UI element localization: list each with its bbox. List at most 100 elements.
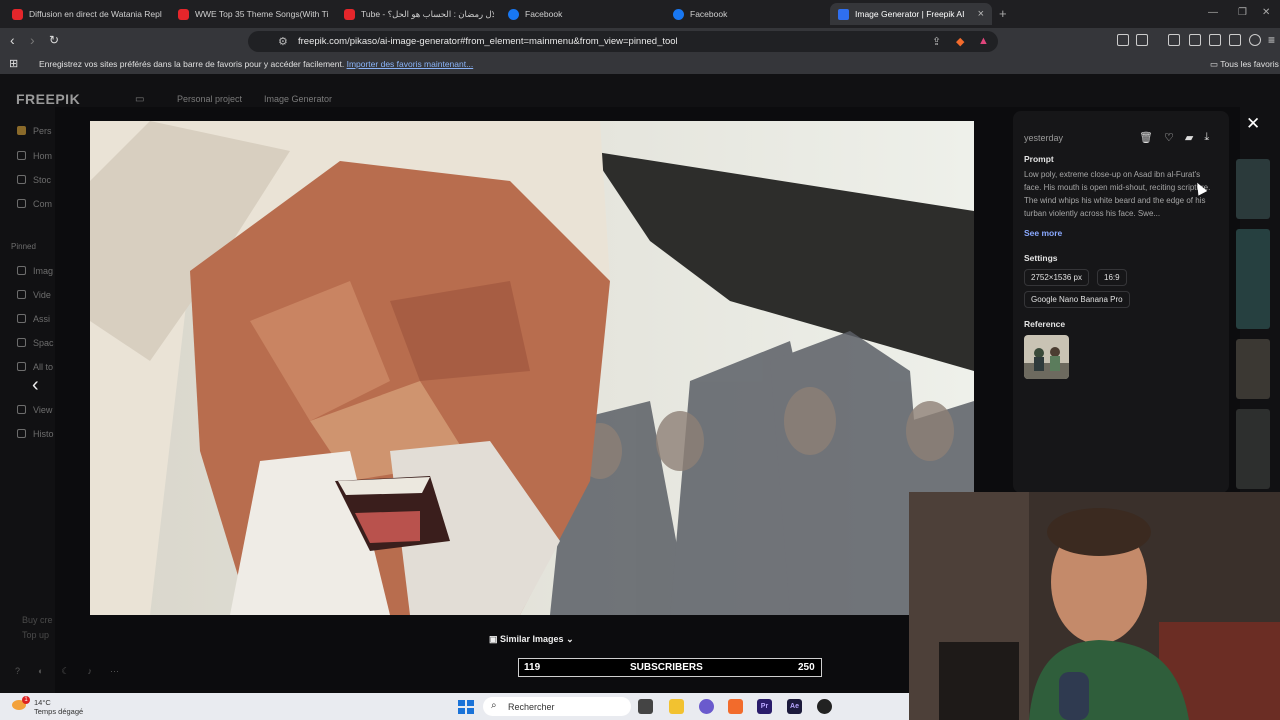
search-label: Rechercher [508,702,555,712]
weather-condition: Temps dégagé [34,707,84,716]
thumbnail[interactable] [1236,339,1270,399]
home-icon [17,151,26,160]
see-more-link[interactable]: See more [1024,228,1062,238]
aspect-ratio-chip: 16:9 [1097,269,1127,286]
sidebar-item-home[interactable]: Hom [17,151,52,161]
creation-date: yesterday [1024,133,1064,143]
taskbar-search[interactable]: ⌕ Rechercher [483,697,631,716]
forward-icon[interactable]: › [30,33,35,47]
vpn-icon[interactable] [1249,34,1261,46]
leo-icon[interactable] [1229,34,1241,46]
browser-tab[interactable]: WWE Top 35 Theme Songs(With Tit [170,3,328,25]
thumbnail[interactable] [1236,229,1270,329]
brave-rewards-icon[interactable]: ▲ [978,35,989,47]
url-field[interactable]: ⚙ freepik.com/pikaso/ai-image-generator#… [248,31,998,52]
delete-icon[interactable]: 🗑 [1139,131,1153,144]
minimize-icon[interactable]: — [1208,7,1218,18]
freepik-logo[interactable]: FREEPIK [16,91,80,107]
subscriber-goal: 250 [798,662,815,673]
close-tab-icon[interactable]: × [978,8,984,20]
close-window-icon[interactable]: ✕ [1262,7,1270,18]
tab-search-icon[interactable] [1136,34,1148,46]
tab-label: Facebook [690,9,728,19]
browser-tab[interactable]: Facebook [665,3,823,25]
folder-icon[interactable]: ▰ [1185,131,1193,144]
weather-widget[interactable]: 1 14°C Temps dégagé [12,696,84,716]
task-view-icon[interactable] [638,699,653,714]
brave-shield-icon[interactable]: ◆ [956,35,964,48]
obs-icon[interactable] [817,699,832,714]
file-explorer-icon[interactable] [669,699,684,714]
discord-icon[interactable]: ◐ [38,666,43,677]
sidebar-item-assistant[interactable]: Assi [17,314,50,324]
sidebar-icon[interactable] [1189,34,1201,46]
tab-label: WWE Top 35 Theme Songs(With Tit [195,9,328,19]
back-icon[interactable]: ‹ [10,33,15,47]
generated-image[interactable] [90,121,974,615]
similar-images-label: Similar Images [500,634,564,644]
image-actions: 🗑 ♡ ▰ ⤓ [1139,131,1209,144]
breadcrumb-project[interactable]: Personal project [177,94,242,104]
previous-image-icon[interactable]: ‹ [32,374,39,397]
browser-tab-active[interactable]: Image Generator | Freepik AI × [830,3,992,25]
more-icon[interactable]: ⋯ [110,666,119,677]
thumbnail[interactable] [1236,409,1270,489]
resolution-chip: 2752×1536 px [1024,269,1089,286]
windows-start-icon[interactable] [458,700,474,714]
reference-heading: Reference [1024,319,1066,329]
sidebar-item-image[interactable]: Imag [17,266,53,276]
menu-icon[interactable]: ≡ [1268,33,1275,47]
browser-tab[interactable]: Tube - هلال رمضان : الحساب هو الحل؟ [336,3,494,25]
discord-app-icon[interactable] [699,699,714,714]
new-tab-icon[interactable]: + [999,6,1007,21]
collapse-sidebar-icon[interactable]: ▭ [135,94,144,105]
browser-tab[interactable]: Diffusion en direct de Watania Repla [4,3,162,25]
favorite-icon[interactable]: ♡ [1164,131,1174,144]
sidebar: Pers Hom Stoc Com Pinned Imag Vide Assi … [0,114,60,674]
sidebar-item-video[interactable]: Vide [17,290,51,300]
sidebar-item-all-tools[interactable]: All to [17,362,53,372]
subscriber-label: SUBSCRIBERS [630,662,703,673]
chevron-down-icon: ⌄ [566,634,574,644]
bell-icon[interactable]: ♪ [88,666,93,677]
wallet-icon[interactable] [1209,34,1221,46]
browser-tab[interactable]: Facebook [500,3,658,25]
reference-image [1024,335,1069,379]
temperature: 14°C [34,698,51,707]
sidebar-item-personal[interactable]: Pers [17,126,52,136]
facebook-icon [508,8,519,20]
media-icon[interactable] [1168,34,1180,46]
maximize-icon[interactable]: ❐ [1238,7,1247,18]
site-info-icon[interactable]: ⚙ [278,35,288,48]
premiere-pro-icon[interactable]: Pr [757,699,772,714]
download-icon[interactable]: ⤓ [1204,131,1209,144]
share-icon[interactable]: ⇪ [932,35,941,48]
search-icon: ⌕ [491,700,497,711]
sidebar-item-stock[interactable]: Stoc [17,175,51,185]
after-effects-icon[interactable]: Ae [787,699,802,714]
sidebar-item-community[interactable]: Com [17,199,52,209]
activity-icon[interactable]: ☾ [61,666,69,677]
help-icon[interactable]: ? [15,666,20,677]
thumbnail-strip [1236,159,1270,489]
low-poly-portrait-image [90,121,974,615]
all-bookmarks[interactable]: ▭ Tous les favoris [1210,59,1279,70]
bookmarks-message-text: Enregistrez vos sites préférés dans la b… [39,59,345,69]
url-text: freepik.com/pikaso/ai-image-generator#fr… [298,36,678,47]
brave-app-icon[interactable] [728,699,743,714]
similar-images-button[interactable]: ▣ Similar Images ⌄ [489,634,574,645]
top-up-link[interactable]: Top up [22,630,49,640]
reference-thumbnail[interactable] [1024,335,1069,379]
buy-credits-link[interactable]: Buy cre [22,615,53,625]
thumbnail[interactable] [1236,159,1270,219]
import-bookmarks-link[interactable]: Importer des favoris maintenant... [347,59,474,69]
breadcrumb-image-generator[interactable]: Image Generator [264,94,332,104]
close-viewer-icon[interactable]: ✕ [1246,114,1260,134]
sidebar-item-history[interactable]: Histo [17,429,54,439]
reload-icon[interactable]: ↻ [49,33,59,47]
apps-grid-icon[interactable]: ⊞ [9,57,18,70]
sidebar-item-spaces[interactable]: Spac [17,338,54,348]
prompt-heading: Prompt [1024,154,1054,164]
extensions-icon[interactable] [1117,34,1129,46]
sidebar-item-view[interactable]: View [17,405,52,415]
